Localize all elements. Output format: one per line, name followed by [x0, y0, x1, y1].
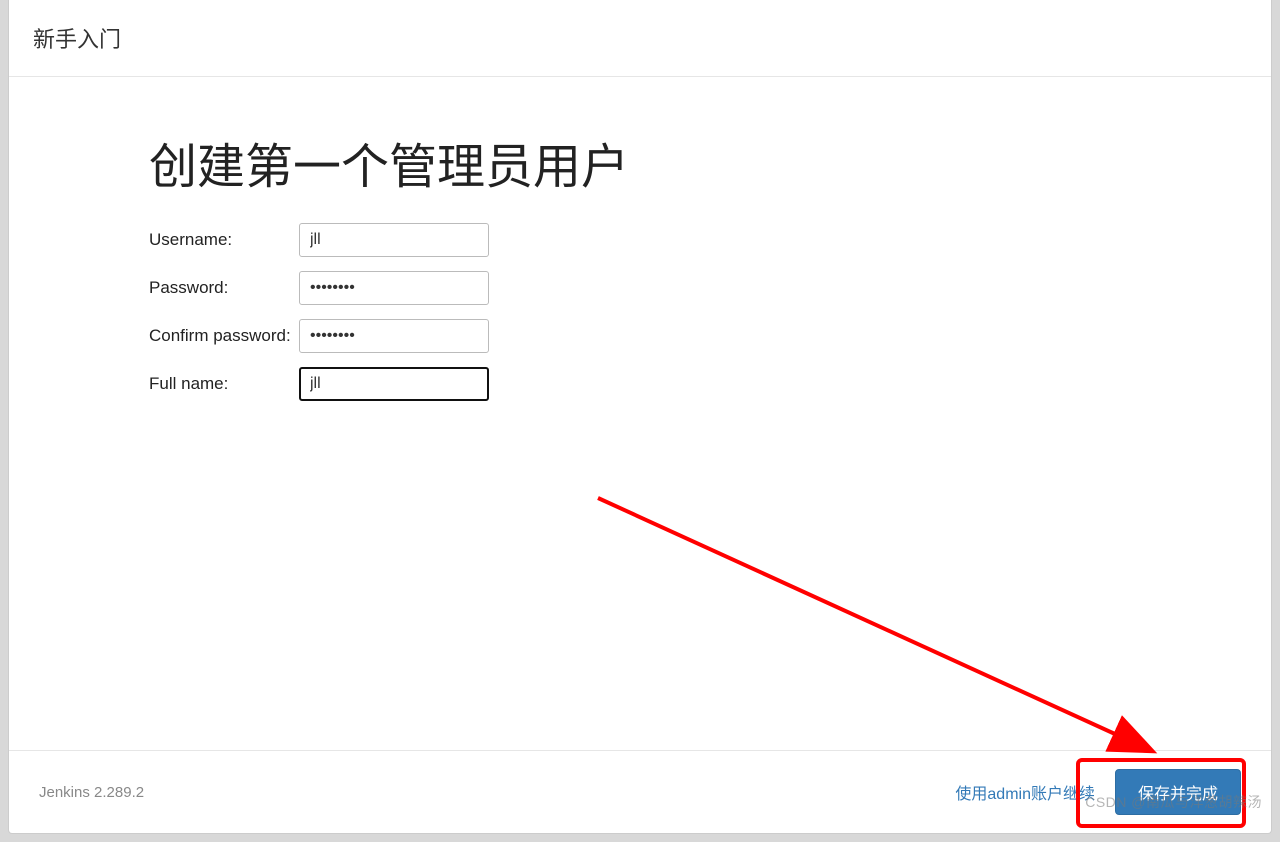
- modal-header: 新手入门: [9, 0, 1271, 77]
- form-row-password: Password:: [149, 271, 1131, 305]
- confirm-password-label: Confirm password:: [149, 326, 299, 346]
- modal-title: 新手入门: [33, 27, 121, 52]
- password-label: Password:: [149, 278, 299, 298]
- continue-as-admin-link[interactable]: 使用admin账户继续: [955, 780, 1095, 804]
- confirm-password-input[interactable]: [299, 319, 489, 353]
- username-label: Username:: [149, 230, 299, 250]
- save-and-finish-button[interactable]: 保存并完成: [1115, 769, 1241, 815]
- modal-body: 创建第一个管理员用户 Username: Password: Confirm p…: [9, 77, 1271, 750]
- setup-wizard-modal: 新手入门 创建第一个管理员用户 Username: Password: Conf…: [8, 0, 1272, 834]
- form-row-username: Username:: [149, 223, 1131, 257]
- version-text: Jenkins 2.289.2: [39, 784, 144, 801]
- form-row-confirm-password: Confirm password:: [149, 319, 1131, 353]
- modal-footer: Jenkins 2.289.2 使用admin账户继续 保存并完成: [9, 750, 1271, 833]
- username-input[interactable]: [299, 223, 489, 257]
- fullname-input[interactable]: [299, 367, 489, 401]
- fullname-label: Full name:: [149, 374, 299, 394]
- form-row-fullname: Full name:: [149, 367, 1131, 401]
- password-input[interactable]: [299, 271, 489, 305]
- page-title: 创建第一个管理员用户: [149, 127, 1131, 197]
